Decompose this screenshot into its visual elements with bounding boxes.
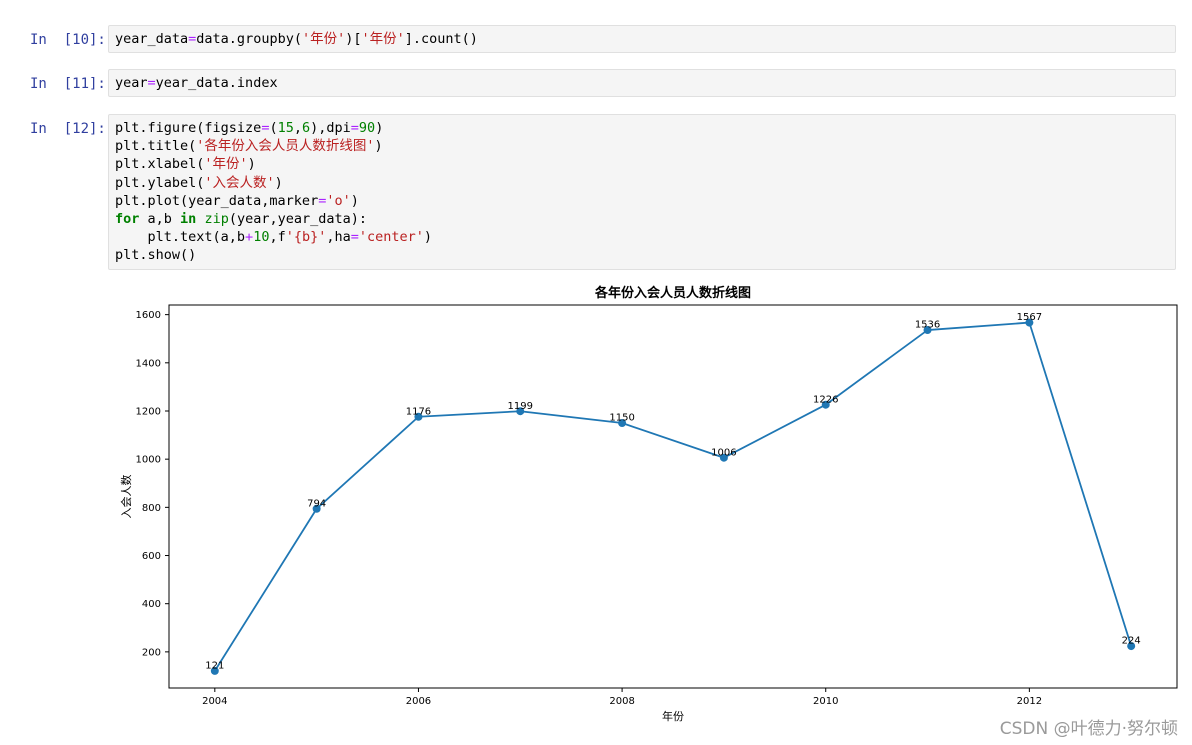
code-token: year_data.index [155,75,278,91]
code-token: plt.show() [115,247,197,264]
x-axis-label: 年份 [662,709,684,723]
code-token: plt.ylabel( [115,174,205,191]
code-token: in [180,211,197,228]
code-token: plt.plot(year_data,marker [115,192,319,209]
y-axis-label: 入会人数 [120,475,133,519]
code-token: ) [247,156,256,173]
code-token: plt.text(a,b [115,229,246,246]
code-token: '年份' [301,31,346,47]
y-tick-label: 800 [142,503,161,514]
code-token: = [350,229,359,246]
y-tick-label: 1600 [136,310,161,321]
code-token: a,b [139,211,181,228]
data-label: 1176 [406,406,431,417]
y-tick-label: 200 [142,647,161,658]
code-token: for [115,211,140,228]
code-token: + [245,229,254,246]
data-label: 1226 [813,394,838,405]
y-tick-label: 400 [142,599,161,610]
code-token: ].count() [404,31,478,47]
code-token: ( [269,120,278,136]
data-label: 1006 [711,447,736,458]
code-token: = [350,120,359,136]
code-token: year_data [115,31,189,47]
code-token: plt.title( [115,138,197,155]
code-token: plt.xlabel( [115,156,205,173]
x-tick-label: 2006 [406,696,431,707]
code-token: (year,year_data): [228,211,367,228]
code-token: ,f [269,229,286,246]
code-token: 10 [253,229,270,246]
series-line [214,321,1133,672]
code-token: plt.figure(figsize [115,120,262,136]
y-tick-label: 1400 [136,358,161,369]
code-text: year_data=data.groupby('年份')['年份'].count… [109,26,1175,52]
code-token: = [147,75,156,91]
code-token: 15 [277,120,294,136]
x-tick-label: 2012 [1017,696,1042,707]
x-tick-label: 2010 [813,696,838,707]
code-token: 'o' [326,192,351,209]
x-tick-label: 2008 [609,696,634,707]
input-prompt: In [12]: [30,121,106,137]
y-tick-label: 1200 [136,406,161,417]
code-input[interactable]: plt.figure(figsize=(15,6),dpi=90) plt.ti… [108,114,1176,270]
data-label: 1150 [609,413,634,424]
code-token: 6 [302,120,311,136]
code-token: data.groupby( [196,31,302,47]
data-label: 1567 [1017,312,1042,323]
code-token: )[ [345,31,362,47]
code-token: 90 [358,120,376,136]
input-prompt: In [11]: [30,76,106,92]
data-label: 224 [1122,636,1141,647]
y-tick-label: 1000 [136,455,161,466]
line-chart: 各年份入会人员人数折线图 200 400 600 800 1000 1200 1400 1600… [120,285,1178,723]
plot-area-frame [168,304,1178,689]
code-token: year [115,75,148,91]
code-input[interactable]: year_data=data.groupby('年份')['年份'].count… [108,25,1176,54]
input-prompt: In [10]: [30,32,106,48]
code-token: ) [274,174,283,191]
code-input[interactable]: year=year_data.index [108,69,1176,98]
code-text: year=year_data.index [109,70,1175,96]
code-token: , [293,120,302,136]
code-token: ) [375,120,384,136]
code-token: ,ha [326,229,351,246]
watermark: CSDN @叶德力·努尔顿 [999,719,1178,739]
data-label: 794 [307,498,326,509]
chart-title: 各年份入会人员人数折线图 [594,285,751,301]
code-token: '年份' [204,156,248,173]
data-label: 1536 [915,320,940,331]
code-token: '各年份入会人员人数折线图' [196,138,375,155]
code-token: ) [374,138,383,155]
x-tick-label: 2004 [202,696,227,707]
code-token: ) [350,192,359,209]
cell-output-chart: 各年份入会人员人数折线图 200 400 600 800 1000 1200 1400 1600… [108,280,1180,730]
code-token: 'center' [358,229,424,246]
data-label: 1199 [508,401,533,412]
code-token: '{b}' [285,229,327,246]
code-token: '年份' [361,31,405,47]
code-token: ) [423,229,433,246]
y-tick-label: 600 [142,551,161,562]
code-text: plt.figure(figsize=(15,6),dpi=90) plt.ti… [109,115,1175,269]
code-token: '入会人数' [204,174,275,191]
code-token: ),dpi [310,120,351,136]
data-label: 121 [205,660,224,671]
code-token: zip [204,211,229,228]
